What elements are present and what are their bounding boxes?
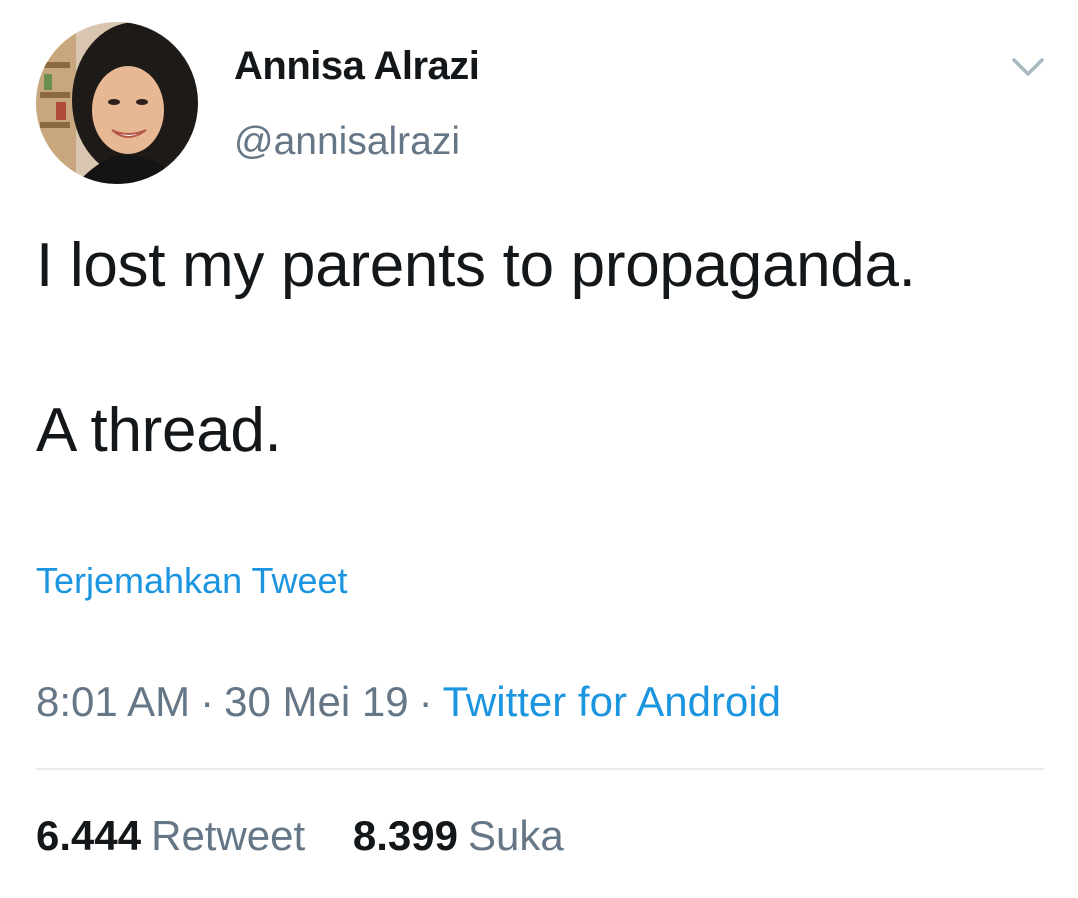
tweet-stats: 6.444 Retweet 8.399 Suka — [36, 812, 564, 860]
author-name[interactable]: Annisa Alrazi — [234, 44, 480, 89]
retweet-count-label: Retweet — [151, 812, 306, 859]
tweet-date: 30 Mei 19 — [224, 678, 409, 725]
like-count-number: 8.399 — [352, 812, 458, 859]
tweet-text-line: I lost my parents to propaganda. — [36, 231, 916, 300]
meta-separator: · — [418, 678, 433, 725]
chevron-down-icon[interactable] — [1008, 52, 1048, 82]
divider — [36, 768, 1044, 770]
tweet-detail: Annisa Alrazi @annisalrazi I lost my par… — [0, 0, 1078, 898]
avatar[interactable] — [36, 22, 198, 184]
author-handle[interactable]: @annisalrazi — [234, 120, 460, 164]
avatar-image — [36, 22, 198, 184]
retweet-count[interactable]: 6.444 Retweet — [36, 812, 305, 860]
tweet-text-line: A thread. — [36, 396, 282, 465]
like-count[interactable]: 8.399 Suka — [353, 812, 564, 860]
meta-separator: · — [200, 678, 215, 725]
like-count-label: Suka — [467, 812, 564, 859]
tweet-time: 8:01 AM — [36, 678, 191, 725]
retweet-count-number: 6.444 — [36, 812, 142, 859]
tweet-source-link[interactable]: Twitter for Android — [443, 678, 781, 725]
tweet-meta: 8:01 AM · 30 Mei 19 · Twitter for Android — [36, 678, 781, 726]
translate-tweet-link[interactable]: Terjemahkan Tweet — [36, 560, 348, 602]
